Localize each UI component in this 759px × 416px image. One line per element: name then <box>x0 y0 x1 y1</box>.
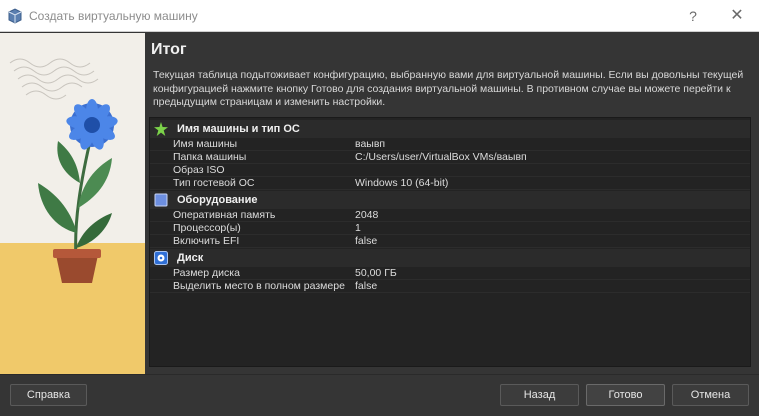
row-value: C:/Users/user/VirtualBox VMs/ваывп <box>355 151 527 163</box>
summary-page: Итог Текущая таблица подытоживает конфиг… <box>145 33 759 374</box>
row-value: 1 <box>355 222 361 234</box>
row-value: false <box>355 235 378 247</box>
section-hardware[interactable]: Оборудование <box>150 191 750 209</box>
section-disk[interactable]: Диск <box>150 249 750 267</box>
flower-pot-illustration <box>0 33 145 374</box>
table-row[interactable]: Оперативная память 2048 <box>150 209 750 222</box>
star-icon <box>154 122 168 136</box>
table-row[interactable]: Включить EFI false <box>150 235 750 248</box>
window-title: Создать виртуальную машину <box>29 9 198 23</box>
row-key: Имя машины <box>173 138 238 150</box>
help-button[interactable]: Справка <box>10 384 87 406</box>
row-value: false <box>355 280 378 292</box>
row-value: 2048 <box>355 209 379 221</box>
row-key: Выделить место в полном размере <box>173 280 345 292</box>
row-key: Процессор(ы) <box>173 222 241 234</box>
row-value: Windows 10 (64-bit) <box>355 177 449 189</box>
table-row[interactable]: Тип гостевой ОС Windows 10 (64-bit) <box>150 177 750 190</box>
row-value: ваывп <box>355 138 386 150</box>
page-title: Итог <box>151 41 187 58</box>
row-key: Оперативная память <box>173 209 276 221</box>
virtualbox-icon <box>8 8 22 24</box>
title-bar: Создать виртуальную машину ? ✕ <box>0 0 759 32</box>
help-title-button[interactable]: ? <box>683 6 703 26</box>
cancel-button[interactable]: Отмена <box>672 384 749 406</box>
page-description: Текущая таблица подытоживает конфигураци… <box>153 69 744 108</box>
row-value: 50,00 ГБ <box>355 267 397 279</box>
table-row[interactable]: Имя машины ваывп <box>150 138 750 151</box>
section-title: Имя машины и тип ОС <box>177 123 300 135</box>
table-row[interactable]: Выделить место в полном размере false <box>150 280 750 293</box>
section-title: Оборудование <box>177 194 258 206</box>
wizard-illustration <box>0 33 145 374</box>
summary-table[interactable]: Имя машины и тип ОС Имя машины ваывп Пап… <box>149 117 751 367</box>
table-row[interactable]: Образ ISO <box>150 164 750 177</box>
row-key: Размер диска <box>173 267 240 279</box>
row-key: Папка машины <box>173 151 247 163</box>
close-button[interactable]: ✕ <box>727 6 747 26</box>
row-key: Включить EFI <box>173 235 240 247</box>
row-key: Образ ISO <box>173 164 225 176</box>
section-title: Диск <box>177 252 204 264</box>
row-key: Тип гостевой ОС <box>173 177 255 189</box>
done-button[interactable]: Готово <box>586 384 665 406</box>
table-row[interactable]: Размер диска 50,00 ГБ <box>150 267 750 280</box>
table-row[interactable]: Процессор(ы) 1 <box>150 222 750 235</box>
table-row[interactable]: Папка машины C:/Users/user/VirtualBox VM… <box>150 151 750 164</box>
chip-icon <box>154 193 168 207</box>
button-bar: Справка Назад Готово Отмена <box>0 374 759 416</box>
back-button[interactable]: Назад <box>500 384 579 406</box>
section-name-and-os[interactable]: Имя машины и тип ОС <box>150 120 750 138</box>
disk-icon <box>154 251 168 265</box>
